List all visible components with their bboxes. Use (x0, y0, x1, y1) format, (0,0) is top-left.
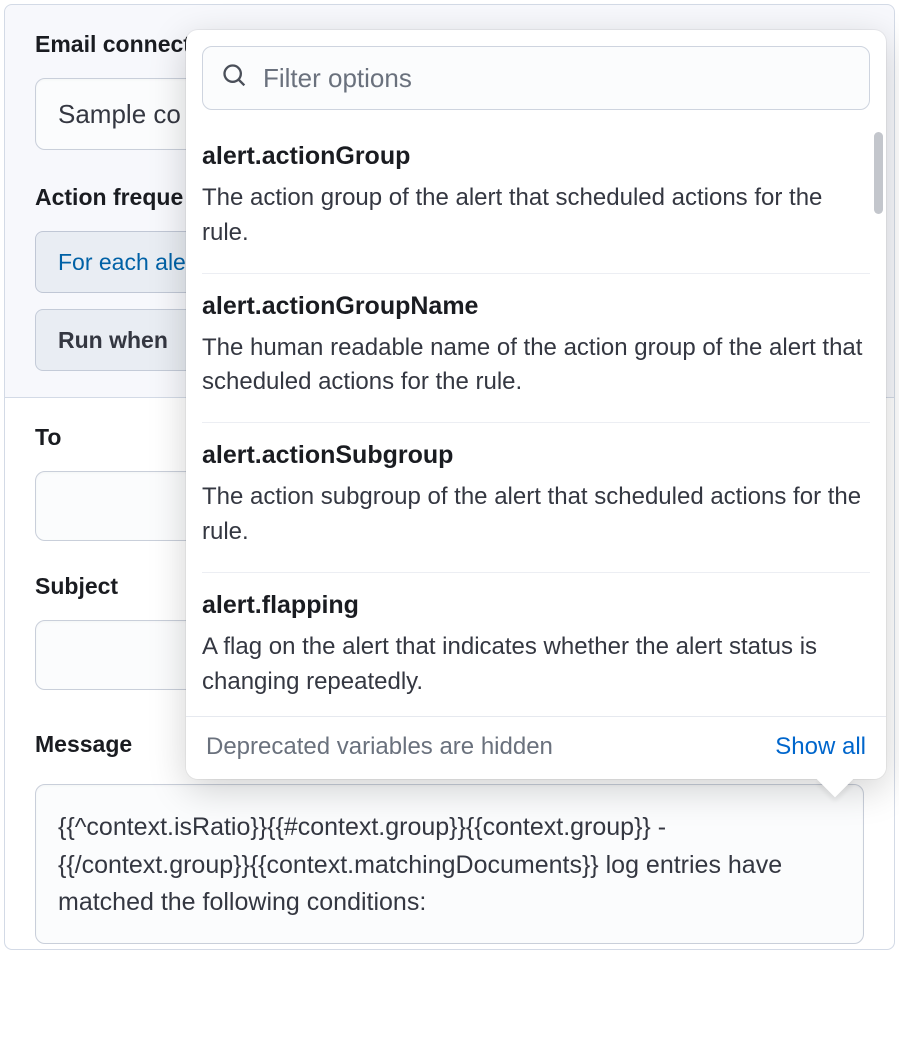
option-item[interactable]: alert.actionGroup The action group of th… (202, 124, 870, 274)
variable-popover: alert.actionGroup The action group of th… (186, 30, 886, 779)
message-label: Message (35, 731, 132, 758)
for-each-alert-label: For each ale (58, 249, 186, 276)
filter-wrap (186, 30, 886, 124)
filter-box[interactable] (202, 46, 870, 110)
option-desc: The action subgroup of the alert that sc… (202, 480, 870, 550)
option-item[interactable]: alert.flapping A flag on the alert that … (202, 573, 870, 716)
scrollbar-thumb[interactable] (874, 132, 883, 214)
run-when-label: Run when (58, 327, 168, 354)
deprecated-note: Deprecated variables are hidden (206, 733, 553, 761)
message-textarea[interactable] (35, 784, 864, 944)
option-title: alert.actionGroupName (202, 292, 870, 321)
option-desc: The human readable name of the action gr… (202, 331, 870, 401)
option-item[interactable]: alert.actionGroupName The human readable… (202, 274, 870, 424)
option-title: alert.actionSubgroup (202, 441, 870, 470)
popover-footer: Deprecated variables are hidden Show all (186, 716, 886, 779)
option-title: alert.flapping (202, 591, 870, 620)
filter-input[interactable] (263, 63, 851, 94)
option-desc: A flag on the alert that indicates wheth… (202, 630, 870, 700)
options-list[interactable]: alert.actionGroup The action group of th… (186, 124, 886, 716)
option-item[interactable]: alert.actionSubgroup The action subgroup… (202, 423, 870, 573)
search-icon (221, 62, 249, 95)
show-all-link[interactable]: Show all (775, 733, 866, 761)
option-title: alert.actionGroup (202, 142, 870, 171)
connector-selected-value: Sample co (58, 99, 181, 130)
option-desc: The action group of the alert that sched… (202, 181, 870, 251)
